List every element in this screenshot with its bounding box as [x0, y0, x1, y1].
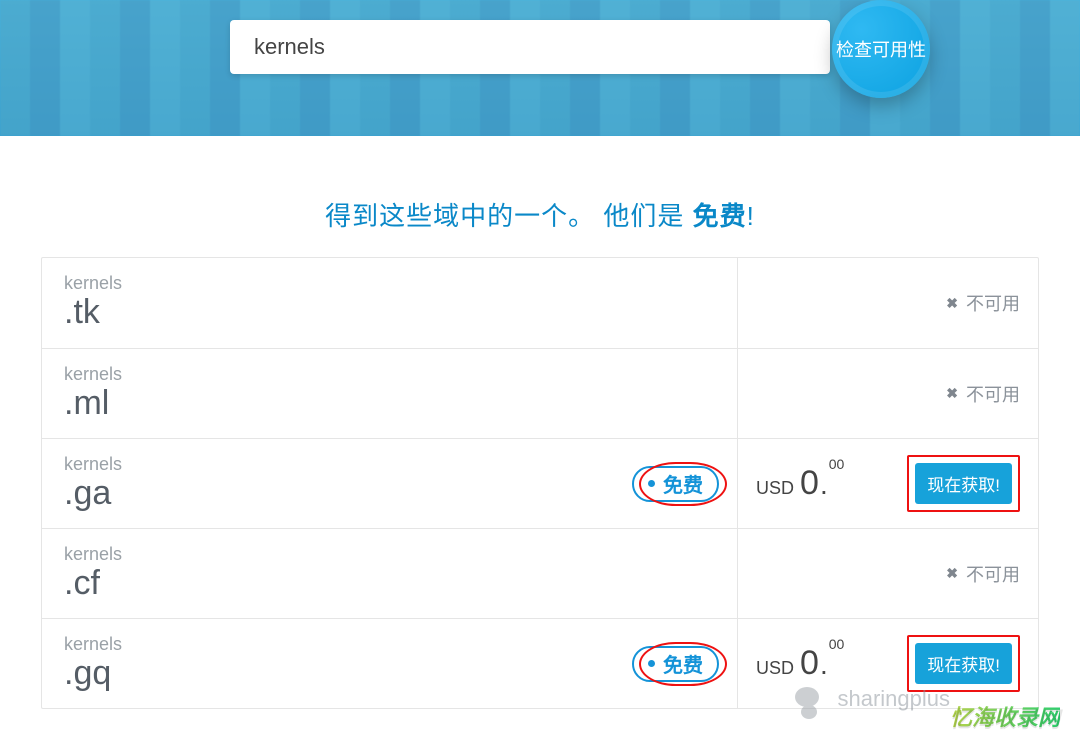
table-row: kernels .tk ✖ 不可用	[42, 258, 1038, 348]
x-icon: ✖	[946, 565, 958, 582]
annotation-box: 现在获取!	[907, 455, 1020, 512]
promo-suffix: !	[747, 201, 755, 231]
domain-cell: kernels .ml	[42, 349, 737, 438]
domain-tld: .tk	[64, 294, 715, 331]
chat-bubble-icon	[801, 705, 817, 719]
wechat-name: sharingplus	[837, 686, 950, 712]
domain-tld: .cf	[64, 565, 715, 602]
price-int: 0	[800, 464, 819, 502]
promo-prefix: 得到这些域中的一个。 他们是	[325, 201, 692, 231]
unavailable-label: ✖ 不可用	[946, 381, 1020, 407]
domain-cell: kernels .cf	[42, 529, 737, 618]
price-int: 0	[800, 644, 819, 682]
get-now-button[interactable]: 现在获取!	[915, 643, 1012, 684]
brand-watermark: 忆海收录网	[950, 700, 1060, 732]
domain-base: kernels	[64, 455, 715, 473]
price-cents: 00	[829, 636, 845, 652]
domain-tld: .ml	[64, 385, 715, 422]
domain-tld: .ga	[64, 475, 715, 512]
get-now-button[interactable]: 现在获取!	[915, 463, 1012, 504]
domain-cell: kernels .tk	[42, 258, 737, 348]
annotation-box: 现在获取!	[907, 635, 1020, 692]
currency-label: USD	[756, 658, 794, 679]
domain-cell: kernels .ga 免费	[42, 439, 737, 528]
x-icon: ✖	[946, 385, 958, 402]
currency-label: USD	[756, 478, 794, 499]
check-availability-label: 检查可用性	[836, 36, 926, 62]
promo-bold: 免费	[693, 201, 747, 231]
unavailable-label: ✖ 不可用	[946, 561, 1020, 587]
unavailable-label: ✖ 不可用	[946, 290, 1020, 316]
domain-cell: kernels .gq 免费	[42, 619, 737, 708]
dot-icon	[648, 480, 655, 487]
header-banner: 检查可用性	[0, 0, 1080, 136]
price-display: USD 0.00	[756, 466, 844, 501]
table-row: kernels .ga 免费 USD 0.00 现在获取!	[42, 438, 1038, 528]
wechat-watermark: sharingplus	[795, 686, 950, 712]
promo-heading: 得到这些域中的一个。 他们是 免费!	[0, 196, 1080, 233]
domain-base: kernels	[64, 274, 715, 292]
x-icon: ✖	[946, 295, 958, 312]
domain-base: kernels	[64, 545, 715, 563]
status-cell: ✖ 不可用	[737, 529, 1038, 618]
status-cell: ✖ 不可用	[737, 349, 1038, 438]
status-cell: ✖ 不可用	[737, 258, 1038, 348]
domain-tld: .gq	[64, 655, 715, 692]
price-cents: 00	[829, 456, 845, 472]
table-row: kernels .ml ✖ 不可用	[42, 348, 1038, 438]
chat-bubble-icon	[795, 687, 819, 707]
status-cell: USD 0.00 现在获取!	[737, 439, 1038, 528]
domain-search-input[interactable]	[230, 20, 830, 74]
domain-base: kernels	[64, 635, 715, 653]
free-badge: 免费	[632, 466, 719, 502]
domain-base: kernels	[64, 365, 715, 383]
results-table: kernels .tk ✖ 不可用 kernels .ml ✖ 不可用 kern…	[41, 257, 1039, 709]
free-badge: 免费	[632, 646, 719, 682]
search-container: 检查可用性	[230, 20, 910, 86]
dot-icon	[648, 660, 655, 667]
price-display: USD 0.00	[756, 646, 844, 681]
check-availability-button[interactable]: 检查可用性	[832, 0, 930, 98]
table-row: kernels .cf ✖ 不可用	[42, 528, 1038, 618]
